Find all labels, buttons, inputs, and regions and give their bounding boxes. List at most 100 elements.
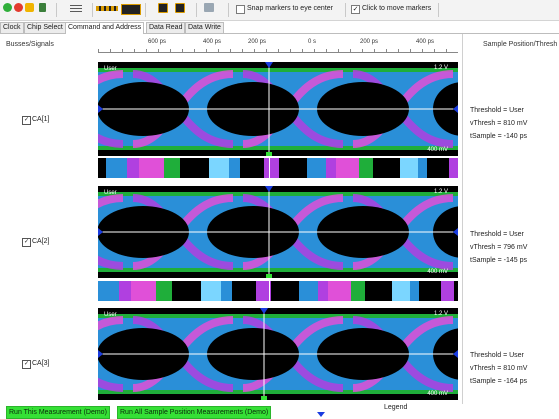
sample-marker-top[interactable] <box>260 308 268 314</box>
toolbar-separator <box>196 3 197 17</box>
header-divider <box>462 34 463 404</box>
tsample-value: tSample = -164 ps <box>470 378 528 385</box>
remove-icon[interactable] <box>14 3 23 12</box>
threshold-marker-left[interactable] <box>98 350 103 358</box>
signal-name: CA[2] <box>32 238 50 245</box>
user-label: User <box>104 66 117 72</box>
threshold-marker-right[interactable] <box>453 350 458 358</box>
click-to-move-label: Click to move markers <box>362 5 432 12</box>
bit-segment <box>336 158 359 178</box>
tab-bar: Clock Chip Select Command and Address Da… <box>0 21 559 34</box>
signal-name: CA[1] <box>32 116 50 123</box>
splitter-arrow-icon[interactable] <box>317 412 325 417</box>
bit-segment <box>400 158 418 178</box>
eye-diagram[interactable]: User 1.2 V 400 mV <box>98 62 458 156</box>
ruler-label: 200 ps <box>248 39 267 45</box>
toolbar-separator <box>145 3 146 17</box>
bit-segment <box>328 281 351 301</box>
pencil-icon[interactable] <box>25 3 34 12</box>
snap-markers-checkbox[interactable] <box>236 5 245 14</box>
bit-strip <box>98 158 458 178</box>
eye-diagram[interactable]: User 1.2 V 400 mV <box>98 308 458 400</box>
bit-strip <box>98 281 458 301</box>
threshold-marker-right[interactable] <box>453 105 458 113</box>
run-this-measurement-button[interactable]: Run This Measurement (Demo) <box>6 406 110 419</box>
sample-marker-top[interactable] <box>265 186 273 192</box>
bit-segment <box>365 281 392 301</box>
bit-segment <box>410 281 419 301</box>
bit-segment <box>119 281 131 301</box>
legend-label[interactable]: Legend <box>384 404 407 411</box>
tab-command-and-address[interactable]: Command and Address <box>65 22 145 34</box>
bit-segment <box>359 158 373 178</box>
user-label: User <box>104 190 117 196</box>
bit-segment <box>299 281 318 301</box>
bit-segment <box>98 281 119 301</box>
eye-view-icon[interactable] <box>121 4 141 15</box>
tab-data-read[interactable]: Data Read <box>146 22 186 33</box>
signal-checkbox[interactable]: ✓ <box>22 116 31 125</box>
bit-segment <box>441 281 454 301</box>
bit-segment <box>454 281 458 301</box>
user-label: User <box>104 312 117 318</box>
toolbar: Snap markers to eye center ✓ Click to mo… <box>0 0 559 21</box>
scale-top-label: 1.2 V <box>433 311 448 317</box>
toolbar-separator <box>56 3 57 17</box>
export-icon[interactable] <box>204 3 214 12</box>
bit-segment <box>307 158 326 178</box>
bit-segment <box>156 281 172 301</box>
click-to-move-checkbox[interactable]: ✓ <box>351 5 360 14</box>
tab-data-write[interactable]: Data Write <box>185 22 224 33</box>
add-icon[interactable] <box>3 3 12 12</box>
toolbar-separator <box>345 3 346 17</box>
tab-clock[interactable]: Clock <box>0 22 24 33</box>
busses-signals-header: Busses/Signals <box>6 41 54 48</box>
bit-segment <box>172 281 201 301</box>
threshold-marker-left[interactable] <box>98 228 103 236</box>
sample-marker-bottom[interactable] <box>261 396 267 400</box>
list-icon[interactable] <box>70 5 82 12</box>
bit-segment <box>240 158 264 178</box>
threshold-marker-left[interactable] <box>98 105 103 113</box>
threshold-mode: Threshold = User <box>470 107 524 114</box>
signal-name: CA[3] <box>32 360 50 367</box>
sample-marker-top[interactable] <box>265 62 273 68</box>
bit-segment <box>201 281 221 301</box>
snap-markers-label: Snap markers to eye center <box>247 5 333 12</box>
bit-segment <box>271 281 299 301</box>
threshold-marker-right[interactable] <box>453 228 458 236</box>
bit-segment <box>209 158 229 178</box>
sample-marker-bottom[interactable] <box>266 152 272 156</box>
bus-view-icon[interactable] <box>96 6 118 11</box>
bit-segment <box>164 158 180 178</box>
ruler-label: 400 ps <box>203 39 222 45</box>
vthresh-value: vThresh = 796 mV <box>470 244 528 251</box>
save-as-icon[interactable] <box>175 3 185 13</box>
tsample-value: tSample = -145 ps <box>470 257 528 264</box>
scale-bottom-label: 400 mV <box>427 147 448 153</box>
bit-segment <box>98 158 106 178</box>
ruler-label: 600 ps <box>148 39 167 45</box>
sort-icon[interactable] <box>39 3 46 12</box>
sample-marker-bottom[interactable] <box>266 274 272 278</box>
bit-segment <box>351 281 365 301</box>
signal-info-ca3: Threshold = User vThresh = 810 mV tSampl… <box>470 349 527 388</box>
toolbar-separator <box>438 3 439 17</box>
bit-segment <box>392 281 410 301</box>
bit-segment <box>232 281 256 301</box>
ruler-label: 200 ps <box>360 39 379 45</box>
signal-checkbox[interactable]: ✓ <box>22 238 31 247</box>
ruler-label: 0 s <box>308 39 317 45</box>
bit-segment <box>419 281 441 301</box>
eye-diagram[interactable]: User 1.2 V 400 mV <box>98 186 458 278</box>
signal-checkbox[interactable]: ✓ <box>22 360 31 369</box>
tab-chip-select[interactable]: Chip Select <box>24 22 66 33</box>
scale-top-label: 1.2 V <box>433 65 448 71</box>
time-ruler: 600 ps 400 ps 200 ps 0 s 200 ps 400 ps <box>98 38 458 53</box>
toolbar-separator <box>228 3 229 17</box>
tsample-value: tSample = -140 ps <box>470 133 528 140</box>
bit-segment <box>139 158 164 178</box>
bit-segment <box>264 158 279 178</box>
save-icon[interactable] <box>158 3 168 13</box>
run-all-measurements-button[interactable]: Run All Sample Position Measurements (De… <box>117 406 272 419</box>
